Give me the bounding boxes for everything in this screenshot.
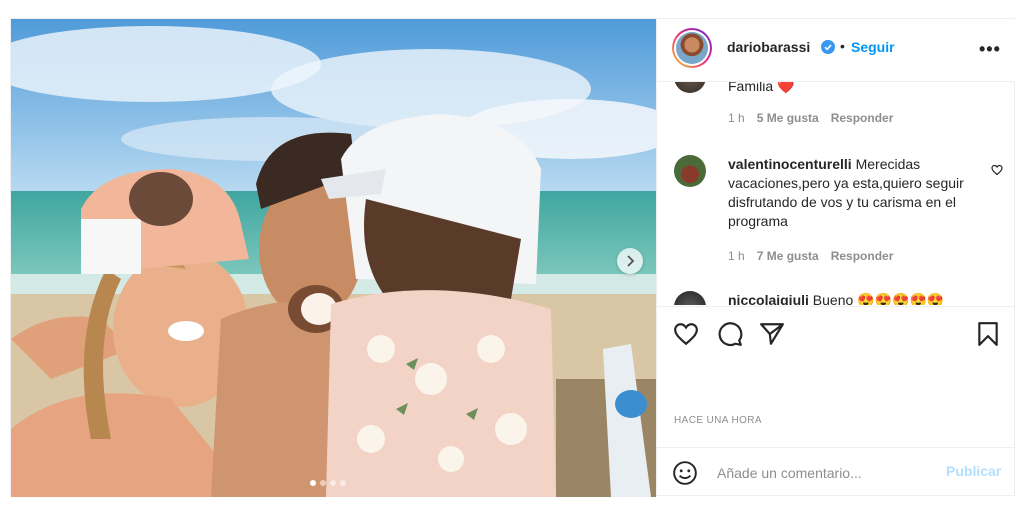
heart-icon[interactable] (673, 321, 699, 347)
comment-meta: 1 h 7 Me gusta Responder (728, 249, 893, 263)
comment-likes[interactable]: 7 Me gusta (757, 249, 819, 263)
comment-icon[interactable] (717, 321, 743, 347)
smiley-icon[interactable] (672, 460, 698, 486)
commenter-avatar[interactable] (674, 291, 706, 305)
comment-likes[interactable]: 5 Me gusta (757, 111, 819, 125)
comment-username[interactable]: niccolaigiuli (728, 292, 809, 305)
comment-text: Familia ❤️ (728, 81, 795, 94)
reply-button[interactable]: Responder (831, 111, 894, 125)
comment-input[interactable] (715, 460, 939, 486)
comment-time[interactable]: 1 h (728, 249, 745, 263)
add-comment-bar: Publicar (657, 447, 1015, 496)
carousel-dot (340, 480, 346, 486)
instagram-post: dariobarassi • Seguir ••• Familia ❤️ 1 h… (10, 18, 1015, 497)
post-header: dariobarassi • Seguir ••• (657, 19, 1015, 82)
comment-meta: 1 h 5 Me gusta Responder (728, 111, 893, 125)
commenter-avatar[interactable] (674, 81, 706, 93)
post-actions-bar (657, 306, 1015, 362)
comment-username[interactable]: valentinocenturelli (728, 156, 852, 172)
carousel-indicator (310, 480, 346, 486)
post-side-panel: dariobarassi • Seguir ••• Familia ❤️ 1 h… (656, 19, 1015, 495)
comments-list: Familia ❤️ 1 h 5 Me gusta Responder vale… (657, 81, 1015, 305)
post-photo[interactable] (11, 19, 656, 497)
comment-time[interactable]: 1 h (728, 111, 745, 125)
commenter-avatar[interactable] (674, 155, 706, 187)
comment-text: Bueno 😍😍😍😍😍 (812, 292, 945, 305)
comment-like-heart-icon[interactable] (991, 164, 1003, 176)
author-avatar[interactable] (672, 28, 712, 68)
carousel-next-button[interactable] (617, 248, 643, 274)
author-username[interactable]: dariobarassi (727, 39, 810, 55)
reply-button[interactable]: Responder (831, 249, 894, 263)
chevron-right-icon (627, 255, 635, 267)
comment-body: valentinocenturelli Merecidas vacaciones… (728, 155, 968, 231)
publish-button[interactable]: Publicar (946, 463, 1001, 479)
post-timestamp[interactable]: HACE UNA HORA (674, 415, 762, 426)
paper-plane-icon[interactable] (759, 321, 785, 347)
carousel-dot (320, 480, 326, 486)
carousel-dot (330, 480, 336, 486)
more-options-icon[interactable]: ••• (979, 39, 1001, 60)
header-separator: • (840, 38, 845, 54)
beach-selfie-image (11, 19, 656, 497)
verified-badge-icon (821, 40, 835, 54)
bookmark-icon[interactable] (975, 321, 1001, 347)
carousel-dot (310, 480, 316, 486)
comment-body: niccolaigiuli Bueno 😍😍😍😍😍 (728, 291, 978, 305)
follow-button[interactable]: Seguir (851, 39, 895, 55)
